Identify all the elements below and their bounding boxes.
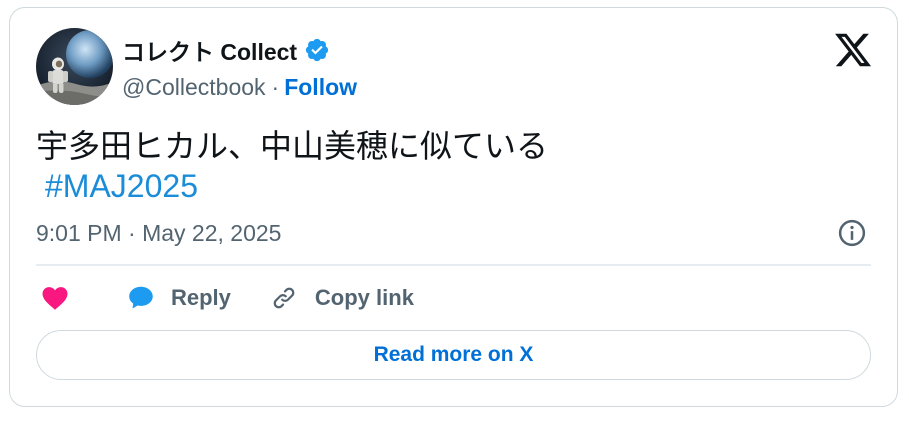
- copy-link-button[interactable]: Copy link: [269, 283, 414, 313]
- tweet-text: 宇多田ヒカル、中山美穂に似ている: [36, 128, 549, 164]
- read-more-button[interactable]: Read more on X: [36, 330, 871, 380]
- tweet-embed-card: コレクト Collect @Collectbook · Follow 宇多田ヒカ…: [9, 7, 898, 407]
- copy-link-label: Copy link: [314, 285, 414, 310]
- reply-button[interactable]: Reply: [125, 283, 231, 313]
- heart-icon[interactable]: [40, 283, 70, 313]
- x-logo-icon[interactable]: [833, 30, 873, 70]
- action-bar: Reply Copy link: [40, 280, 414, 316]
- tweet-timestamp[interactable]: 9:01 PM · May 22, 2025: [36, 217, 281, 249]
- author-handle[interactable]: @Collectbook: [122, 74, 266, 101]
- author-display-name[interactable]: コレクト Collect: [122, 33, 297, 67]
- verified-badge-icon: [305, 38, 329, 62]
- separator-dot: ·: [271, 73, 280, 100]
- reply-bubble-icon: [129, 286, 153, 309]
- author-handle-row: @Collectbook · Follow: [122, 72, 357, 102]
- info-icon[interactable]: [837, 218, 867, 248]
- follow-link[interactable]: Follow: [284, 74, 357, 101]
- avatar-image: [36, 28, 113, 105]
- hashtag-link[interactable]: #MAJ2025: [45, 166, 198, 206]
- reply-label: Reply: [171, 285, 231, 310]
- divider: [36, 264, 871, 266]
- link-icon: [273, 287, 295, 309]
- author-name-row: コレクト Collect: [122, 35, 330, 65]
- avatar[interactable]: [36, 28, 113, 105]
